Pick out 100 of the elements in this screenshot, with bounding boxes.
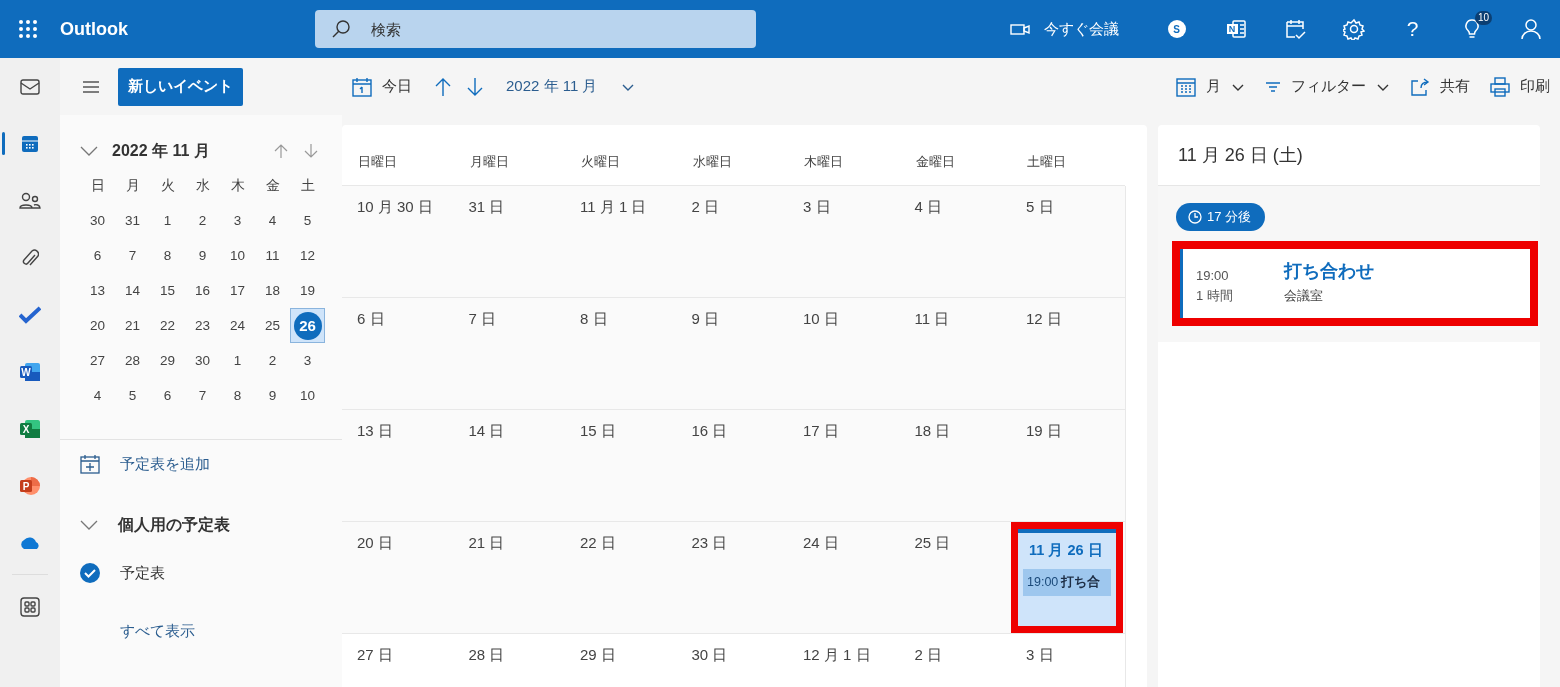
calendar-day[interactable]: 16 <box>185 273 220 308</box>
calendar-day[interactable]: 24 <box>220 308 255 343</box>
day-cell[interactable]: 6 日 <box>342 298 454 409</box>
day-cell[interactable]: 8 日 <box>565 298 677 409</box>
day-cell[interactable]: 29 日 <box>565 634 677 687</box>
day-cell[interactable]: 5 日 <box>1011 186 1123 297</box>
arrow-down-icon[interactable] <box>466 76 484 97</box>
menu-icon[interactable] <box>82 79 100 94</box>
calendar-day[interactable]: 11 <box>255 238 290 273</box>
day-cell[interactable]: 12 月 1 日 <box>788 634 900 687</box>
calendar-day[interactable]: 25 <box>255 308 290 343</box>
calendar-day[interactable]: 9 <box>255 378 290 413</box>
day-cell[interactable]: 23 日 <box>676 522 788 633</box>
calendar-day[interactable]: 18 <box>255 273 290 308</box>
day-cell[interactable]: 19 日 <box>1011 410 1123 521</box>
day-cell[interactable]: 22 日 <box>565 522 677 633</box>
calendar-day[interactable]: 2 <box>255 343 290 378</box>
word-icon[interactable] <box>19 361 41 382</box>
calendar-day[interactable]: 30 <box>80 203 115 238</box>
cloud-icon[interactable] <box>18 535 42 550</box>
day-cell[interactable]: 3 日 <box>1011 634 1123 687</box>
calendar-day[interactable]: 12 <box>290 238 325 273</box>
help-button[interactable]: ? <box>1406 17 1419 41</box>
filter-button[interactable]: フィルター <box>1257 73 1398 100</box>
day-cell[interactable]: 18 日 <box>899 410 1011 521</box>
excel-nav-button[interactable]: X <box>0 400 60 457</box>
calendar-day[interactable]: 8 <box>220 378 255 413</box>
calendar-icon[interactable] <box>21 134 39 153</box>
checkmark-icon[interactable] <box>19 305 41 324</box>
calendar-day[interactable]: 1 <box>150 203 185 238</box>
day-cell[interactable]: 31 日 <box>453 186 565 297</box>
calendar-day[interactable]: 6 <box>150 378 185 413</box>
calendar-day[interactable]: 15 <box>150 273 185 308</box>
day-cell[interactable]: 9 日 <box>676 298 788 409</box>
day-cell[interactable]: 20 日 <box>342 522 454 633</box>
arrow-down-icon[interactable] <box>304 143 318 159</box>
today-button[interactable]: 今日 <box>344 72 420 101</box>
month-picker-button[interactable]: 2022 年 11 月 <box>498 73 644 100</box>
calendar-day[interactable]: 28 <box>115 343 150 378</box>
powerpoint-icon[interactable] <box>19 475 41 496</box>
calendar-day[interactable]: 13 <box>80 273 115 308</box>
excel-icon[interactable] <box>19 418 41 439</box>
day-cell[interactable]: 12 日 <box>1011 298 1123 409</box>
calendar-day[interactable]: 4 <box>80 378 115 413</box>
app-grid-icon[interactable] <box>20 596 40 617</box>
calendar-day[interactable]: 17 <box>220 273 255 308</box>
app-launcher-icon[interactable] <box>18 19 38 39</box>
arrow-up-icon[interactable] <box>434 76 452 97</box>
day-cell[interactable]: 24 日 <box>788 522 900 633</box>
calendar-day[interactable]: 4 <box>255 203 290 238</box>
day-cell[interactable]: 15 日 <box>565 410 677 521</box>
calendar-check-icon[interactable] <box>1283 18 1306 40</box>
settings-icon[interactable] <box>1342 18 1365 40</box>
calendar-day[interactable]: 14 <box>115 273 150 308</box>
calendar-day[interactable]: 29 <box>150 343 185 378</box>
search-field[interactable]: 検索 <box>315 10 756 48</box>
onenote-logo-icon[interactable] <box>1225 19 1246 39</box>
view-button[interactable]: 月 <box>1168 72 1253 101</box>
day-cell[interactable]: 28 日 <box>453 634 565 687</box>
calendar-group-title[interactable]: 個人用の予定表 <box>118 514 230 536</box>
day-cell[interactable]: 10 日 <box>788 298 900 409</box>
selected-date[interactable]: 26 <box>293 311 322 340</box>
day-cell[interactable]: 2 日 <box>676 186 788 297</box>
checked-circle-icon[interactable] <box>80 563 100 583</box>
day-cell[interactable]: 25 日 <box>899 522 1011 633</box>
person-icon[interactable] <box>1519 18 1542 40</box>
day-cell[interactable]: 27 日 <box>342 634 454 687</box>
day-cell[interactable]: 14 日 <box>453 410 565 521</box>
calendar-name[interactable]: 予定表 <box>120 563 165 583</box>
day-cell[interactable]: 13 日 <box>342 410 454 521</box>
share-button[interactable]: 共有 <box>1402 73 1478 100</box>
calendar-day[interactable]: 20 <box>80 308 115 343</box>
word-nav-button[interactable]: W <box>0 343 60 400</box>
calendar-day[interactable]: 9 <box>185 238 220 273</box>
event-card[interactable]: 19:00 打ち合わせ 1 時間 会議室 <box>1180 249 1530 318</box>
calendar-day[interactable]: 2 <box>185 203 220 238</box>
calendar-day[interactable]: 1 <box>220 343 255 378</box>
powerpoint-nav-button[interactable]: P <box>0 457 60 514</box>
meet-now-button[interactable]: 今すぐ会議 <box>1000 19 1129 39</box>
calendar-day[interactable]: 3 <box>290 343 325 378</box>
print-button[interactable]: 印刷 <box>1482 72 1558 101</box>
calendar-day[interactable]: 8 <box>150 238 185 273</box>
people-icon[interactable] <box>19 191 41 210</box>
calendar-day[interactable]: 10 <box>220 238 255 273</box>
add-calendar-link[interactable]: 予定表を追加 <box>120 454 210 474</box>
calendar-day[interactable]: 31 <box>115 203 150 238</box>
calendar-day[interactable]: 22 <box>150 308 185 343</box>
show-all-link[interactable]: すべて表示 <box>120 621 195 641</box>
selected-day-cell[interactable]: 11 月 26 日 19:00 打ち合 <box>1018 529 1116 626</box>
day-cell[interactable]: 2 日 <box>899 634 1011 687</box>
day-cell[interactable]: 4 日 <box>899 186 1011 297</box>
calendar-day[interactable]: 3 <box>220 203 255 238</box>
event-chip[interactable]: 19:00 打ち合 <box>1023 569 1111 596</box>
day-cell[interactable]: 11 月 1 日 <box>565 186 677 297</box>
arrow-up-icon[interactable] <box>274 143 288 159</box>
calendar-day[interactable]: 19 <box>290 273 325 308</box>
day-cell[interactable]: 11 日 <box>899 298 1011 409</box>
calendar-day[interactable]: 21 <box>115 308 150 343</box>
day-cell[interactable]: 3 日 <box>788 186 900 297</box>
day-cell[interactable]: 30 日 <box>676 634 788 687</box>
